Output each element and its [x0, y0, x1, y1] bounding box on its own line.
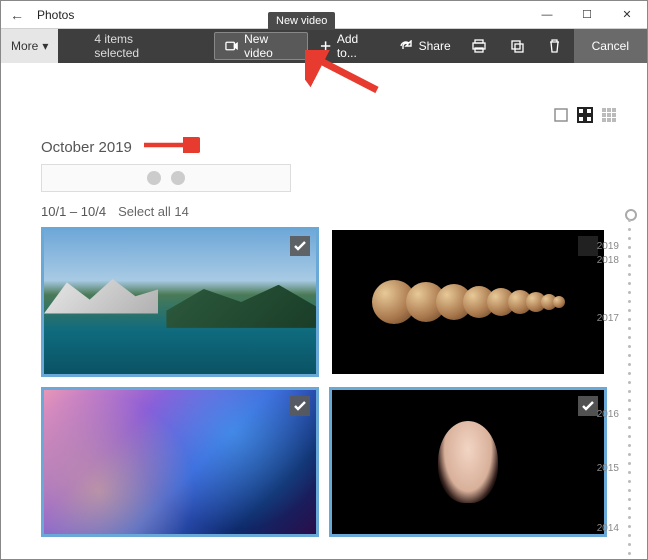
print-button[interactable]: [461, 29, 499, 63]
copy-button[interactable]: [498, 29, 536, 63]
photo-image: [332, 390, 604, 534]
selection-check[interactable]: [290, 236, 310, 256]
share-label: Share: [419, 39, 451, 53]
cancel-button[interactable]: Cancel: [574, 29, 647, 63]
photo-thumb[interactable]: [329, 387, 607, 537]
app-title: Photos: [37, 8, 74, 22]
single-view-icon[interactable]: [553, 107, 569, 123]
photo-thumb[interactable]: [329, 227, 607, 377]
copy-icon: [510, 39, 524, 53]
timeline-year[interactable]: 2016: [597, 409, 619, 420]
date-range: 10/1 – 10/4: [41, 204, 106, 219]
select-all-link[interactable]: Select all 14: [118, 204, 189, 219]
chevron-down-icon: ▾: [42, 39, 48, 53]
timeline-scrubber[interactable]: 2019 2018 2017 2016 2015 2014 2000: [603, 213, 643, 553]
delete-button[interactable]: [536, 29, 574, 63]
small-grid-view-icon[interactable]: [601, 107, 617, 123]
print-icon: [471, 39, 487, 53]
avatar-icon: [171, 171, 185, 185]
view-toggle: [553, 107, 617, 123]
add-to-button[interactable]: Add to...: [310, 29, 389, 63]
date-section-title: October 2019: [41, 139, 627, 156]
timeline-dots: [628, 213, 631, 553]
timeline-knob[interactable]: [625, 209, 637, 221]
close-button[interactable]: ✕: [607, 1, 647, 29]
photo-grid: [41, 227, 607, 537]
share-icon: [399, 40, 413, 52]
selection-count: 4 items selected: [58, 29, 212, 63]
video-icon: [225, 40, 238, 52]
date-range-row: 10/1 – 10/4 Select all 14: [41, 204, 627, 219]
cancel-label: Cancel: [592, 39, 629, 53]
photo-thumb[interactable]: [41, 227, 319, 377]
command-bar: More ▾ 4 items selected New video Add to…: [1, 29, 647, 63]
timeline-year[interactable]: 2014: [597, 523, 619, 534]
grid-view-icon[interactable]: [577, 107, 593, 123]
avatar-icon: [147, 171, 161, 185]
auto-creation-card[interactable]: [41, 164, 291, 192]
more-label: More: [11, 39, 38, 53]
share-button[interactable]: Share: [389, 29, 461, 63]
timeline-year[interactable]: 2015: [597, 463, 619, 474]
selection-check[interactable]: [578, 236, 598, 256]
new-video-tooltip: New video: [268, 12, 335, 30]
add-to-label: Add to...: [337, 32, 379, 60]
back-button[interactable]: ←: [1, 7, 33, 23]
selection-check[interactable]: [290, 396, 310, 416]
timeline-year[interactable]: 2017: [597, 313, 619, 324]
selection-check[interactable]: [578, 396, 598, 416]
maximize-button[interactable]: ☐: [567, 1, 607, 29]
photo-thumb[interactable]: [41, 387, 319, 537]
photo-image: [332, 230, 604, 374]
new-video-label: New video: [244, 32, 296, 60]
more-menu[interactable]: More ▾: [1, 29, 58, 63]
trash-icon: [548, 39, 561, 53]
content-area: October 2019 10/1 – 10/4 Select all 14: [1, 63, 647, 559]
timeline-year[interactable]: 2019: [597, 241, 619, 252]
timeline-year[interactable]: 2018: [597, 255, 619, 266]
minimize-button[interactable]: ―: [527, 1, 567, 29]
photos-window: ← Photos ― ☐ ✕ More ▾ 4 items selected N…: [0, 0, 648, 560]
new-video-button[interactable]: New video: [214, 32, 308, 60]
plus-icon: [320, 40, 331, 52]
photo-image: [44, 230, 316, 374]
photo-image: [44, 390, 316, 534]
